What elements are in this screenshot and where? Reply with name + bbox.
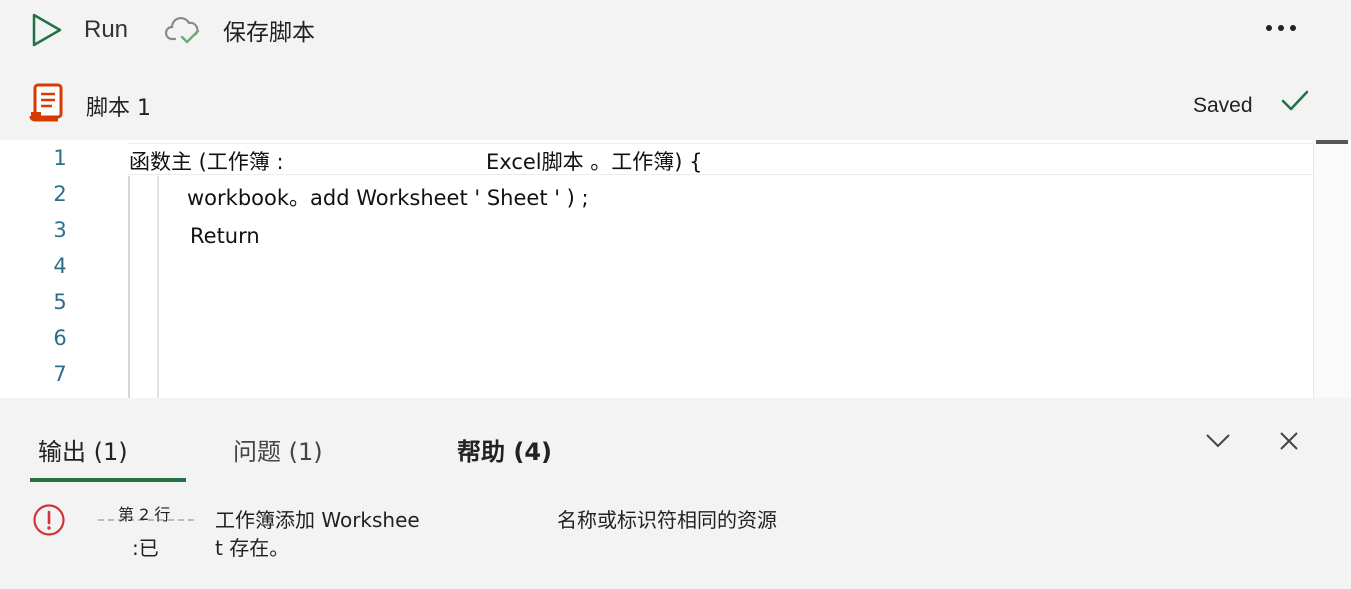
script-header: 脚本 1 Saved [0, 72, 1351, 134]
script-document-icon [29, 83, 63, 122]
chevron-down-icon[interactable] [1205, 430, 1231, 450]
error-message-part3: 名称或标识符相同的资源 [557, 508, 777, 532]
line-number: 6 [53, 326, 67, 350]
error-prefix: :已 [132, 536, 159, 560]
indent-guide [157, 176, 159, 398]
saved-status: Saved [1193, 94, 1253, 117]
checkmark-icon [1281, 90, 1309, 111]
run-button[interactable]: Run [30, 10, 128, 50]
close-icon[interactable] [1278, 430, 1300, 452]
line-number: 5 [53, 290, 67, 314]
error-message-part2: t 存在。 [215, 536, 290, 560]
save-script-label: 保存脚本 [223, 20, 315, 46]
more-horizontal-icon [1278, 25, 1284, 31]
error-line-link[interactable]: 第 2 行 [118, 501, 170, 525]
code-line-1-part-a[interactable]: 函数主 (工作簿 : [129, 146, 284, 176]
code-line-1-part-b[interactable]: Excel脚本 。工作簿) { [486, 146, 703, 176]
line-number: 7 [53, 362, 67, 386]
line-number: 1 [53, 146, 67, 170]
active-tab-indicator [30, 478, 186, 482]
code-line-3[interactable]: Return [190, 224, 260, 248]
editor-scrollbar[interactable] [1313, 140, 1351, 398]
scrollbar-thumb[interactable] [1316, 140, 1348, 144]
tab-help[interactable]: 帮助 (4) [457, 432, 552, 467]
line-number: 4 [53, 254, 67, 278]
error-message-part1: 工作簿添加 Workshee [215, 508, 420, 532]
current-line-highlight [128, 143, 1341, 175]
line-number: 2 [53, 182, 67, 206]
code-line-2[interactable]: workbook。add Worksheet ' Sheet ' ) ; [187, 182, 589, 212]
indent-guide [128, 176, 130, 398]
error-icon [33, 504, 65, 536]
more-options-button[interactable] [1256, 14, 1306, 42]
tab-output[interactable]: 输出 (1) [38, 432, 128, 467]
play-icon [32, 13, 62, 47]
more-horizontal-icon [1290, 25, 1296, 31]
save-script-button[interactable]: 保存脚本 [165, 10, 315, 50]
code-editor[interactable]: 1 2 3 4 5 6 7 函数主 (工作簿 : Excel脚本 。工作簿) {… [0, 140, 1351, 398]
tab-problems[interactable]: 问题 (1) [233, 432, 323, 467]
cloud-check-icon [165, 17, 200, 44]
run-label: Run [84, 16, 129, 43]
toolbar: Run 保存脚本 [0, 0, 1351, 62]
line-number: 3 [53, 218, 67, 242]
script-name[interactable]: 脚本 1 [86, 90, 151, 122]
more-horizontal-icon [1266, 25, 1272, 31]
line-number-gutter: 1 2 3 4 5 6 7 [0, 140, 120, 398]
output-panel: 输出 (1) 问题 (1) 帮助 (4) 第 2 行 :已 工作簿添加 Work… [0, 398, 1351, 589]
